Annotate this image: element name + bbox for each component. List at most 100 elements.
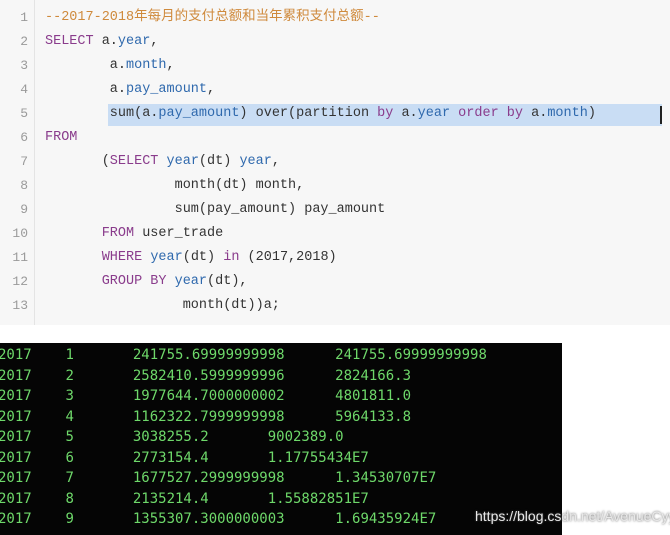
token-prop: pay_amount — [126, 82, 208, 97]
token-plain: , — [166, 58, 175, 73]
token-kw: FROM — [101, 226, 135, 241]
code-text: month(dt) month, — [175, 174, 305, 198]
code-text: sum(a.pay_amount) over(partition by a.ye… — [110, 102, 596, 126]
code-text: a.pay_amount, — [110, 78, 215, 102]
pay-amount-cell: 3038255.2 — [132, 429, 209, 445]
pay-amount-cell: 1977644.7000000002 — [132, 388, 285, 404]
token-plain: a. — [523, 106, 548, 121]
token-plain: (dt) — [198, 154, 240, 169]
token-plain: a. — [93, 34, 118, 49]
token-kw: in — [223, 250, 240, 265]
token-plain: (dt) — [182, 250, 224, 265]
line-number: 5 — [20, 106, 28, 121]
code-line[interactable]: 9 sum(pay_amount) pay_amount — [0, 198, 670, 222]
cumulative-cell: 241755.69999999998 — [335, 347, 487, 363]
token-prop: month — [547, 106, 588, 121]
code-line[interactable]: 12 GROUP BY year(dt), — [0, 270, 670, 294]
year-cell: 2017 — [0, 429, 32, 445]
code-line[interactable]: 13 month(dt))a; — [0, 294, 670, 318]
token-plain: ) — [587, 106, 596, 121]
result-row: 2017 8 2135214.4 1.55882851E7 — [0, 489, 369, 509]
code-text: SELECT a.year, — [45, 30, 158, 54]
token-kw: order by — [450, 106, 523, 121]
code-text: GROUP BY year(dt), — [102, 270, 248, 294]
watermark: https://blog.csdn.net/AvenueCyy — [475, 508, 670, 524]
result-row: 2017 2 2582410.5999999996 2824166.3 — [0, 366, 411, 386]
code-text: WHERE year(dt) in (2017,2018) — [102, 246, 337, 270]
month-cell: 5 — [65, 429, 74, 445]
token-plain: sum(a. — [109, 106, 159, 121]
token-plain: , — [150, 34, 159, 49]
code-line[interactable]: 6 FROM — [0, 126, 670, 150]
line-number: 3 — [20, 58, 28, 73]
token-prop: year — [239, 154, 272, 169]
line-number: 8 — [20, 178, 28, 193]
pay-amount-cell: 1162322.7999999998 — [132, 408, 285, 425]
code-line[interactable]: 7 (SELECT year(dt) year, — [0, 150, 670, 174]
code-line[interactable]: 11 WHERE year(dt) in (2017,2018) — [0, 246, 670, 270]
code-text: (SELECT year(dt) year, — [102, 150, 280, 174]
pay-amount-cell: 2773154.4 — [132, 449, 209, 466]
year-cell: 2017 — [0, 408, 32, 425]
pay-amount-cell: 1677527.2999999998 — [132, 470, 285, 486]
line-number: 1 — [20, 10, 28, 25]
year-cell: 2017 — [0, 347, 32, 363]
result-row: 2017 5 3038255.2 9002389.0 — [0, 427, 344, 447]
pay-amount-cell: 2135214.4 — [132, 490, 209, 507]
token-kw: by — [377, 106, 394, 121]
token-kw: GROUP BY — [101, 274, 167, 289]
token-plain: month(dt) month, — [174, 178, 305, 193]
token-plain: , — [207, 82, 216, 97]
code-line[interactable]: 3 a.month, — [0, 54, 670, 78]
cumulative-cell: 2824166.3 — [335, 367, 412, 384]
year-cell: 2017 — [0, 367, 32, 384]
token-plain: (dt), — [207, 274, 248, 289]
code-line[interactable]: 5 sum(a.pay_amount) over(partition by a.y… — [0, 102, 670, 126]
month-cell: 3 — [65, 388, 74, 404]
month-cell: 2 — [65, 367, 74, 384]
result-row: 2017 6 2773154.4 1.17755434E7 — [0, 448, 369, 468]
cumulative-cell: 1.69435924E7 — [335, 511, 437, 527]
code-line[interactable]: 1 --2017-2018年每月的支付总额和当年累积支付总额-- — [0, 6, 670, 30]
month-cell: 9 — [65, 511, 74, 527]
token-prop: month — [126, 58, 167, 73]
code-text: a.month, — [110, 54, 175, 78]
line-number: 9 — [20, 202, 28, 217]
token-plain: a. — [109, 82, 126, 97]
token-kw: SELECT — [109, 154, 159, 169]
token-plain: ) over(partition — [239, 106, 378, 121]
line-number: 7 — [20, 154, 28, 169]
line-number: 13 — [12, 298, 28, 313]
terminal-output: 2017 1 241755.69999999998 241755.6999999… — [0, 343, 562, 535]
code-editor[interactable]: 1 --2017-2018年每月的支付总额和当年累积支付总额-- 2 SELECT a… — [0, 0, 670, 325]
text-cursor — [660, 106, 662, 124]
token-plain: user_trade — [134, 226, 224, 241]
cumulative-cell: 1.17755434E7 — [267, 449, 369, 466]
line-number: 4 — [20, 82, 28, 97]
token-kw: FROM — [45, 130, 78, 145]
token-prop: year — [150, 250, 183, 265]
code-line[interactable]: 4 a.pay_amount, — [0, 78, 670, 102]
code-text: --2017-2018年每月的支付总额和当年累积支付总额-- — [45, 6, 380, 30]
code-line[interactable]: 8 month(dt) month, — [0, 174, 670, 198]
token-plain: , — [271, 154, 280, 169]
cumulative-cell: 9002389.0 — [267, 429, 344, 445]
code-line[interactable]: 10 FROM user_trade — [0, 222, 670, 246]
line-number: 2 — [20, 34, 28, 49]
result-row: 2017 3 1977644.7000000002 4801811.0 — [0, 386, 411, 406]
code-text: FROM — [45, 126, 77, 150]
line-number: 10 — [12, 226, 28, 241]
result-row: 2017 9 1355307.3000000003 1.69435924E7 — [0, 509, 436, 529]
token-plain: month(dt))a; — [182, 298, 280, 313]
token-prop: year — [117, 34, 151, 49]
code-line[interactable]: 2 SELECT a.year, — [0, 30, 670, 54]
cumulative-cell: 5964133.8 — [335, 408, 412, 425]
line-number: 11 — [12, 250, 28, 265]
token-plain: sum(pay_amount) pay_amount — [174, 202, 386, 217]
pay-amount-cell: 2582410.5999999996 — [132, 367, 285, 384]
token-kw: SELECT — [45, 34, 94, 49]
token-plain: (2017,2018) — [239, 250, 337, 265]
year-cell: 2017 — [0, 511, 32, 527]
